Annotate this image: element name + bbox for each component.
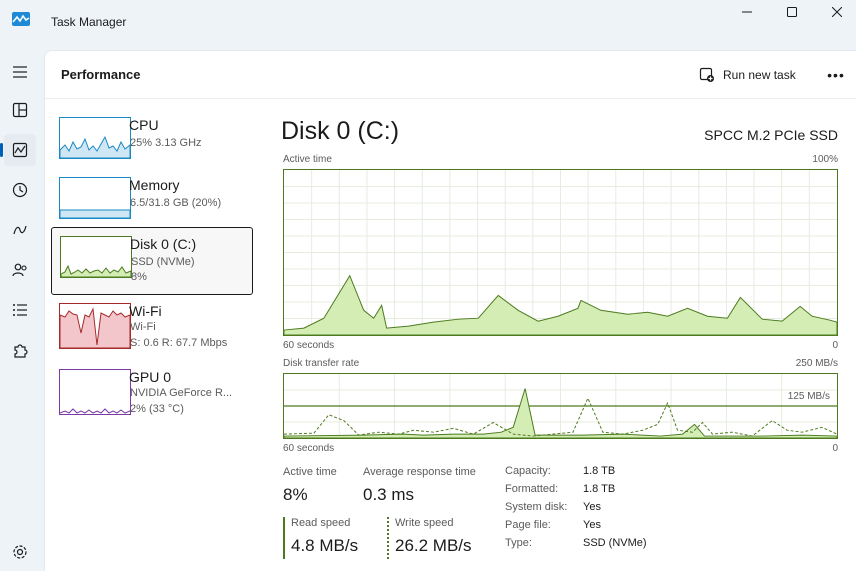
run-new-task-button[interactable]: Run new task (699, 64, 796, 86)
users-icon (12, 263, 27, 277)
more-options-icon: ••• (827, 67, 845, 83)
settings-icon (13, 545, 27, 559)
title-bar: Task Manager (0, 0, 856, 44)
page-header: Performance Run new task ••• (45, 51, 856, 99)
disk-title: Disk 0 (C:) (281, 117, 400, 145)
main-content: Performance Run new task ••• CPU 25% 3.1… (44, 50, 856, 571)
app-history-icon (12, 182, 28, 198)
device-name: Wi-Fi (129, 303, 162, 319)
device-cpu[interactable]: CPU 25% 3.13 GHz (51, 109, 253, 177)
page-title: Performance (61, 67, 141, 82)
device-name: Memory (129, 177, 180, 193)
write-speed-legend-bar (387, 517, 389, 559)
device-name: CPU (129, 117, 159, 133)
device-throughput: S: 0.6 R: 67.7 Mbps (130, 337, 228, 349)
read-speed-value: 4.8 MB/s (291, 536, 359, 555)
maximize-icon (787, 7, 797, 17)
device-usage: 2% (33 °C) (130, 403, 184, 415)
transfer-rate-xlabel: 60 seconds (283, 443, 335, 454)
transfer-rate-mid-label: 125 MB/s (785, 391, 832, 402)
transfer-rate-graph-label: Disk transfer rate (283, 358, 360, 369)
device-detail: 25% 3.13 GHz (130, 137, 202, 149)
active-time-graph-label: Active time (283, 154, 332, 165)
device-gpu-0[interactable]: GPU 0 NVIDIA GeForce R... 2% (33 °C) (51, 361, 253, 429)
system-disk-label: System disk: (505, 501, 568, 513)
window-title: Task Manager (51, 15, 127, 29)
nav-performance[interactable] (0, 134, 36, 166)
services-icon (14, 344, 28, 358)
active-time-stat-value: 8% (283, 485, 308, 504)
task-manager-app-icon (12, 12, 30, 26)
nav-menu-button[interactable] (4, 56, 36, 88)
more-options-button[interactable]: ••• (824, 63, 848, 87)
maximize-button[interactable] (769, 0, 815, 24)
device-wifi[interactable]: Wi-Fi Wi-Fi S: 0.6 R: 67.7 Mbps (51, 295, 253, 363)
minimize-icon (742, 11, 752, 13)
transfer-rate-graph (283, 373, 838, 439)
nav-processes[interactable] (4, 94, 36, 126)
gpu-thumbnail-graph (59, 369, 131, 415)
active-time-graph (283, 169, 838, 336)
system-disk-value: Yes (583, 501, 601, 513)
formatted-value: 1.8 TB (583, 483, 616, 495)
formatted-label: Formatted: (505, 483, 559, 495)
read-speed-legend-bar (283, 517, 285, 559)
minimize-button[interactable] (724, 0, 770, 24)
write-speed-label: Write speed (395, 517, 454, 529)
read-speed-label: Read speed (291, 517, 351, 529)
close-button[interactable] (814, 0, 856, 24)
hamburger-menu-icon (13, 66, 27, 78)
disk-model: SPCC M.2 PCIe SSD (704, 127, 838, 143)
capacity-value: 1.8 TB (583, 465, 616, 477)
device-detail: 6.5/31.8 GB (20%) (130, 197, 222, 209)
nav-details[interactable] (4, 294, 36, 326)
page-file-label: Page file: (505, 519, 551, 531)
device-detail: SSD (NVMe) (131, 256, 195, 268)
device-detail: Wi-Fi (130, 321, 156, 333)
nav-startup-apps[interactable] (4, 214, 36, 246)
type-label: Type: (505, 537, 532, 549)
page-file-value: Yes (583, 519, 601, 531)
active-time-min-label: 0 (832, 340, 838, 351)
avg-response-time-value: 0.3 ms (363, 485, 415, 504)
nav-services[interactable] (4, 334, 36, 366)
avg-response-time-label: Average response time (363, 466, 476, 478)
run-new-task-icon (699, 67, 714, 82)
startup-apps-icon (13, 225, 27, 235)
details-icon (13, 304, 27, 316)
transfer-rate-min-label: 0 (832, 443, 838, 454)
performance-icon (12, 142, 28, 158)
active-time-xlabel: 60 seconds (283, 340, 335, 351)
active-time-max-label: 100% (812, 154, 838, 165)
processes-icon (12, 102, 28, 118)
device-name: GPU 0 (129, 369, 172, 385)
device-detail: NVIDIA GeForce R... (130, 387, 233, 399)
disk-thumbnail-graph (60, 236, 132, 278)
write-speed-value: 26.2 MB/s (395, 536, 472, 555)
memory-thumbnail-graph (59, 177, 131, 219)
cpu-thumbnail-graph (59, 117, 131, 159)
type-value: SSD (NVMe) (583, 537, 647, 549)
run-new-task-label: Run new task (723, 68, 796, 82)
device-name: Disk 0 (C:) (130, 236, 197, 252)
device-usage: 8% (131, 271, 147, 283)
device-disk-0[interactable]: Disk 0 (C:) SSD (NVMe) 8% (51, 227, 253, 295)
close-icon (832, 7, 842, 17)
capacity-label: Capacity: (505, 465, 551, 477)
nav-settings[interactable] (4, 536, 36, 568)
nav-app-history[interactable] (4, 174, 36, 206)
wifi-thumbnail-graph (59, 303, 131, 349)
nav-users[interactable] (4, 254, 36, 286)
navigation-rail (0, 50, 40, 571)
active-time-stat-label: Active time (283, 466, 337, 478)
transfer-rate-max-label: 250 MB/s (795, 358, 838, 369)
